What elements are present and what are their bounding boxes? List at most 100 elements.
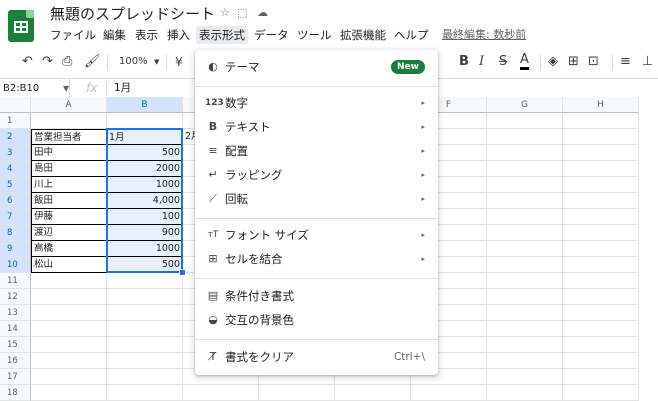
cell-H16[interactable] — [563, 353, 639, 369]
cell-G14[interactable] — [487, 321, 563, 337]
row-header[interactable]: 3 — [0, 145, 31, 161]
cell-A16[interactable] — [31, 353, 107, 369]
menu-view[interactable]: 表示 — [132, 26, 161, 44]
cell-C18[interactable] — [183, 385, 259, 401]
cell-A11[interactable] — [31, 273, 107, 289]
row-header[interactable]: 5 — [0, 177, 31, 193]
cell-B8[interactable]: 900 — [107, 225, 183, 241]
fill-color-icon[interactable]: ◈ — [548, 53, 558, 71]
cell-H1[interactable] — [563, 113, 639, 129]
cell-B9[interactable]: 1000 — [107, 241, 183, 257]
cell-H8[interactable] — [563, 225, 639, 241]
column-header[interactable]: H — [563, 97, 639, 113]
row-header[interactable]: 13 — [0, 305, 31, 321]
cell-G8[interactable] — [487, 225, 563, 241]
cell-H9[interactable] — [563, 241, 639, 257]
cell-G11[interactable] — [487, 273, 563, 289]
cell-H11[interactable] — [563, 273, 639, 289]
cell-A8[interactable]: 渡辺 — [31, 225, 107, 241]
redo-icon[interactable]: ↷ — [42, 53, 53, 71]
cell-A15[interactable] — [31, 337, 107, 353]
sheets-logo[interactable] — [8, 10, 34, 42]
menu-item-theme[interactable]: ◐ テーマ New — [195, 55, 438, 79]
cell-G6[interactable] — [487, 193, 563, 209]
menu-extensions[interactable]: 拡張機能 — [337, 26, 389, 44]
cell-A7[interactable]: 伊藤 — [31, 209, 107, 225]
row-header[interactable]: 18 — [0, 385, 31, 401]
cell-F18[interactable] — [411, 385, 487, 401]
cell-B7[interactable]: 100 — [107, 209, 183, 225]
star-icon[interactable]: ☆ — [220, 6, 230, 19]
text-color-button[interactable]: A — [520, 53, 529, 70]
cell-H6[interactable] — [563, 193, 639, 209]
cell-A10[interactable]: 松山 — [31, 257, 107, 273]
cell-B17[interactable] — [107, 369, 183, 385]
row-header[interactable]: 15 — [0, 337, 31, 353]
chevron-down-icon[interactable]: ▼ — [63, 79, 69, 98]
cell-G9[interactable] — [487, 241, 563, 257]
cell-B15[interactable] — [107, 337, 183, 353]
menu-item-font-size[interactable]: тT フォント サイズ ▸ — [195, 223, 438, 247]
cell-E18[interactable] — [335, 385, 411, 401]
cell-B5[interactable]: 1000 — [107, 177, 183, 193]
menu-item-conditional-format[interactable]: ▤ 条件付き書式 — [195, 284, 438, 308]
menu-item-number[interactable]: 123 数字 ▸ — [195, 91, 438, 115]
cell-G15[interactable] — [487, 337, 563, 353]
cell-G4[interactable] — [487, 161, 563, 177]
cell-H18[interactable] — [563, 385, 639, 401]
cell-B3[interactable]: 500 — [107, 145, 183, 161]
cell-A13[interactable] — [31, 305, 107, 321]
row-header[interactable]: 2 — [0, 129, 31, 145]
cell-B18[interactable] — [107, 385, 183, 401]
cell-G1[interactable] — [487, 113, 563, 129]
row-header[interactable]: 14 — [0, 321, 31, 337]
menu-item-rotation[interactable]: ⟋ 回転 ▸ — [195, 187, 438, 211]
cell-H17[interactable] — [563, 369, 639, 385]
valign-icon[interactable]: ⊥ — [642, 53, 653, 71]
menu-item-text[interactable]: B テキスト ▸ — [195, 115, 438, 139]
column-header[interactable]: G — [487, 97, 563, 113]
cell-H5[interactable] — [563, 177, 639, 193]
row-header[interactable]: 7 — [0, 209, 31, 225]
cell-A18[interactable] — [31, 385, 107, 401]
cell-B6[interactable]: 4,000 — [107, 193, 183, 209]
menu-item-wrapping[interactable]: ↵ ラッピング ▸ — [195, 163, 438, 187]
row-header[interactable]: 8 — [0, 225, 31, 241]
formula-input[interactable]: 1月 — [114, 79, 131, 98]
menu-item-merge-cells[interactable]: ⊞ セルを結合 ▸ — [195, 247, 438, 271]
cell-G16[interactable] — [487, 353, 563, 369]
cell-B1[interactable] — [107, 113, 183, 129]
cell-G13[interactable] — [487, 305, 563, 321]
cell-B11[interactable] — [107, 273, 183, 289]
cell-H13[interactable] — [563, 305, 639, 321]
row-header[interactable]: 16 — [0, 353, 31, 369]
cell-A12[interactable] — [31, 289, 107, 305]
column-header[interactable]: A — [31, 97, 107, 113]
cell-H7[interactable] — [563, 209, 639, 225]
row-header[interactable]: 4 — [0, 161, 31, 177]
cell-B16[interactable] — [107, 353, 183, 369]
cell-B2[interactable]: 1月 — [107, 129, 183, 145]
cell-A3[interactable]: 田中 — [31, 145, 107, 161]
row-header[interactable]: 10 — [0, 257, 31, 273]
row-header[interactable]: 1 — [0, 113, 31, 129]
cell-A5[interactable]: 川上 — [31, 177, 107, 193]
menu-format[interactable]: 表示形式 — [196, 26, 248, 44]
last-edit-link[interactable]: 最終編集: 数秒前 — [442, 26, 526, 44]
row-header[interactable]: 12 — [0, 289, 31, 305]
zoom-select[interactable]: 100% — [119, 53, 148, 71]
undo-icon[interactable]: ↶ — [22, 53, 33, 71]
cell-H4[interactable] — [563, 161, 639, 177]
move-to-folder-icon[interactable]: ⬚ — [237, 6, 247, 19]
cell-B4[interactable]: 2000 — [107, 161, 183, 177]
cell-G5[interactable] — [487, 177, 563, 193]
row-header[interactable]: 6 — [0, 193, 31, 209]
select-all-corner[interactable] — [0, 97, 31, 113]
menu-help[interactable]: ヘルプ — [391, 26, 432, 44]
row-header[interactable]: 17 — [0, 369, 31, 385]
menu-data[interactable]: データ — [251, 26, 292, 44]
cell-G12[interactable] — [487, 289, 563, 305]
cell-H15[interactable] — [563, 337, 639, 353]
strikethrough-button[interactable]: S — [499, 53, 507, 71]
cell-A17[interactable] — [31, 369, 107, 385]
